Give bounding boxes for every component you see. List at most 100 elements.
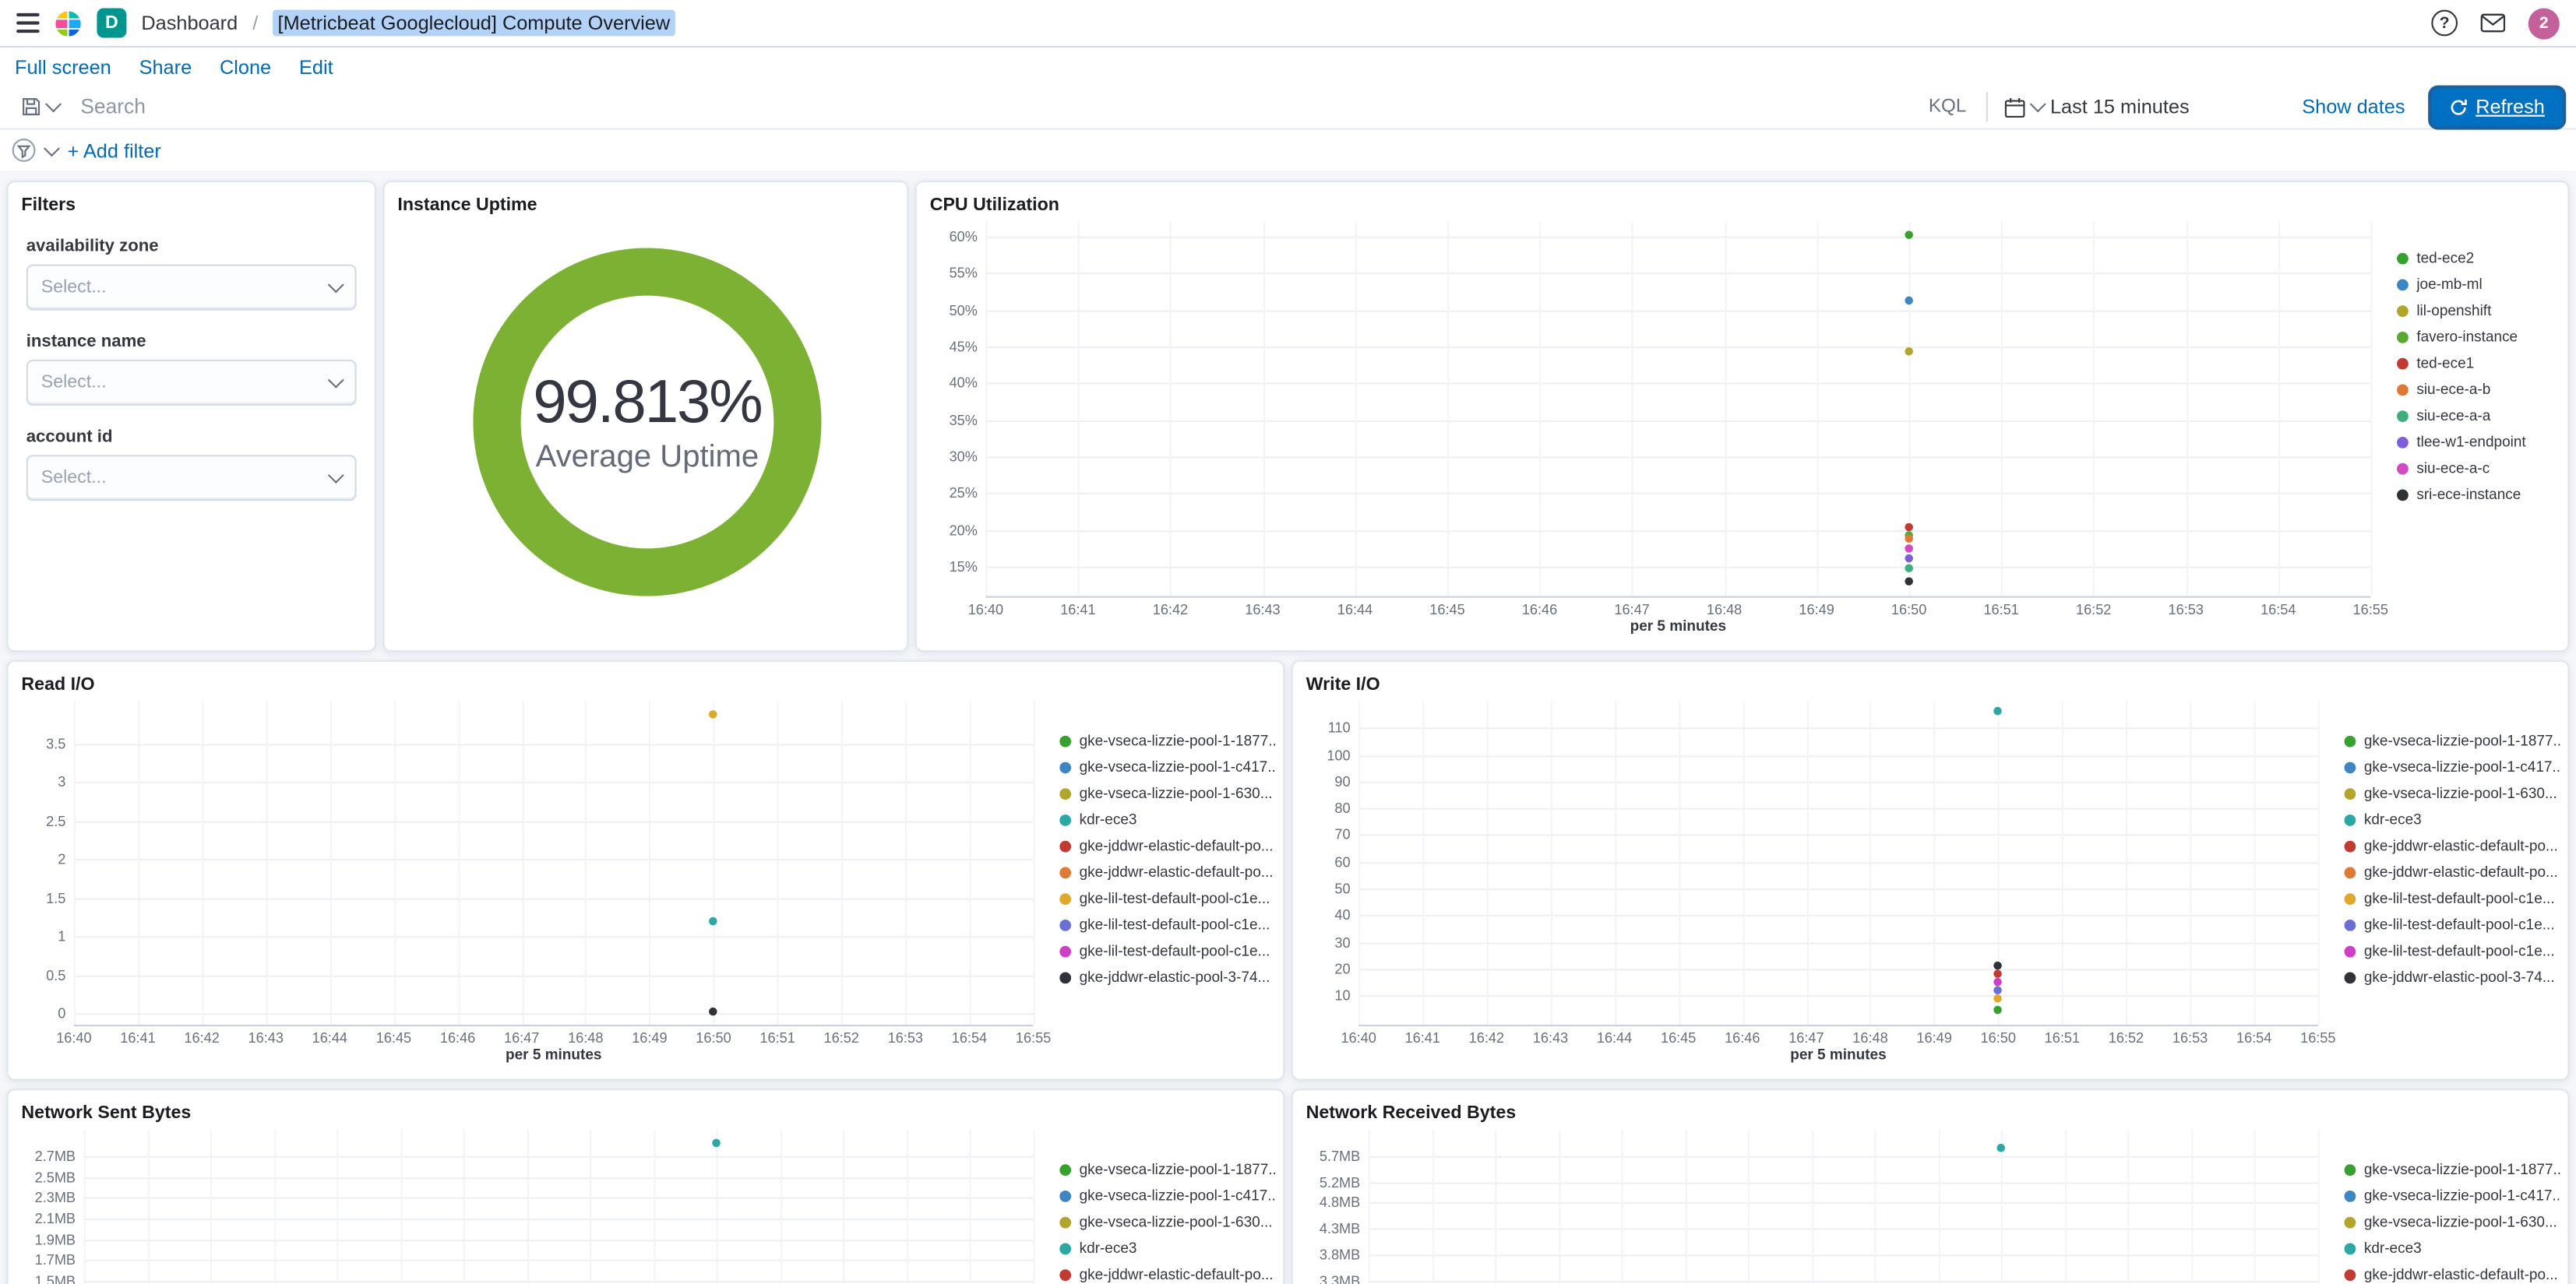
add-filter-link[interactable]: + Add filter — [67, 139, 160, 162]
legend-item[interactable]: siu-ece-a-b — [2397, 376, 2561, 403]
legend-item[interactable]: kdr-ece3 — [2344, 1235, 2561, 1261]
panel-title[interactable]: Instance Uptime — [385, 182, 907, 215]
uptime-label: Average Uptime — [535, 440, 759, 475]
search-input[interactable] — [77, 93, 1909, 120]
dashboard-content: Filters availability zone Select... inst… — [0, 171, 2576, 1284]
legend-item[interactable]: gke-jddwr-elastic-default-po... — [1059, 832, 1276, 859]
legend-item[interactable]: gke-lil-test-default-pool-c1e... — [2344, 937, 2561, 964]
chart-legend: gke-vseca-lizzie-pool-1-1877... gke-vseca… — [2335, 702, 2567, 1066]
legend-item[interactable]: gke-vseca-lizzie-pool-1-630... — [1059, 1208, 1276, 1235]
legend-item[interactable]: gke-jddwr-elastic-pool-3-74... — [2344, 964, 2561, 990]
legend-item[interactable]: gke-lil-test-default-pool-c1e... — [2344, 885, 2561, 912]
legend-item[interactable]: ted-ece2 — [2397, 244, 2561, 271]
panel-title[interactable]: Network Received Bytes — [1293, 1090, 2568, 1123]
show-dates-link[interactable]: Show dates — [2302, 95, 2421, 118]
full-screen-link[interactable]: Full screen — [15, 55, 111, 79]
kql-selector[interactable]: KQL — [1919, 97, 1976, 116]
legend-item[interactable]: gke-vseca-lizzie-pool-1-c417... — [2344, 754, 2561, 780]
legend-label: gke-lil-test-default-pool-c1e... — [2363, 890, 2555, 907]
edit-link[interactable]: Edit — [299, 55, 333, 79]
legend-item[interactable]: kdr-ece3 — [1059, 807, 1276, 833]
account-id-select[interactable]: Select... — [26, 455, 357, 501]
legend-item[interactable]: lil-openshift — [2397, 297, 2561, 324]
panel-title[interactable]: Read I/O — [9, 662, 1284, 695]
y-axis-tick: 90 — [1334, 772, 1351, 790]
gridline — [137, 701, 140, 1025]
legend-item[interactable]: sri-ece-instance — [2397, 481, 2561, 508]
legend-label: lil-openshift — [2416, 302, 2492, 319]
legend-item[interactable]: gke-vseca-lizzie-pool-1-1877... — [1059, 1156, 1277, 1183]
panel-title[interactable]: CPU Utilization — [917, 182, 2568, 215]
legend-item[interactable]: gke-vseca-lizzie-pool-1-c417... — [1059, 754, 1277, 780]
instance-name-label: instance name — [26, 332, 146, 352]
legend-item[interactable]: gke-jddwr-elastic-default-po... — [2344, 832, 2561, 859]
gridline — [2064, 1129, 2067, 1284]
share-link[interactable]: Share — [139, 55, 192, 79]
menu-icon[interactable] — [16, 12, 40, 33]
legend-swatch — [2397, 304, 2409, 316]
x-axis-tick: 16:49 — [1799, 600, 1834, 617]
legend-item[interactable]: kdr-ece3 — [1059, 1235, 1276, 1261]
legend-item[interactable]: gke-vseca-lizzie-pool-1-1877... — [2344, 727, 2561, 754]
legend-item[interactable]: gke-vseca-lizzie-pool-1-1877... — [2344, 1156, 2561, 1183]
legend-item[interactable]: siu-ece-a-c — [2397, 455, 2561, 481]
legend-item[interactable]: gke-lil-test-default-pool-c1e... — [2344, 911, 2561, 937]
y-axis-tick: 50 — [1334, 880, 1351, 897]
date-picker-zone: Last 15 minutes Show dates — [1997, 91, 2421, 122]
legend-item[interactable]: gke-vseca-lizzie-pool-1-c417... — [1059, 1182, 1277, 1208]
breadcrumb-current-title[interactable]: [Metricbeat Googlecloud] Compute Overvie… — [273, 9, 675, 37]
legend-item[interactable]: gke-vseca-lizzie-pool-1-c417... — [2344, 1182, 2561, 1208]
legend-item[interactable]: gke-lil-test-default-pool-c1e... — [1059, 911, 1276, 937]
help-icon[interactable]: ? — [2431, 9, 2458, 37]
refresh-button[interactable]: Refresh — [2431, 87, 2564, 126]
availability-zone-select[interactable]: Select... — [26, 264, 357, 311]
instance-name-select[interactable]: Select... — [26, 359, 357, 406]
y-axis-tick: 55% — [949, 265, 978, 282]
panel-title[interactable]: Filters — [9, 182, 375, 215]
gridline — [1550, 701, 1552, 1025]
legend-item[interactable]: gke-jddwr-elastic-default-po... — [2344, 859, 2561, 885]
legend-item[interactable]: joe-mb-ml — [2397, 271, 2561, 297]
legend-item[interactable]: gke-vseca-lizzie-pool-1-630... — [1059, 780, 1276, 807]
user-avatar[interactable]: 2 — [2528, 7, 2560, 39]
legend-item[interactable]: gke-lil-test-default-pool-c1e... — [1059, 885, 1276, 912]
panel-title[interactable]: Network Sent Bytes — [9, 1090, 1284, 1123]
chevron-down-icon[interactable] — [43, 139, 60, 157]
legend-item[interactable]: gke-jddwr-elastic-default-po... — [2344, 1261, 2561, 1284]
space-badge[interactable]: D — [97, 8, 127, 38]
legend-item[interactable]: gke-jddwr-elastic-default-po... — [1059, 859, 1276, 885]
x-axis-tick: 16:47 — [503, 1029, 540, 1047]
y-axis-tick: 2 — [58, 850, 66, 867]
legend-item[interactable]: ted-ece1 — [2397, 350, 2561, 376]
time-range-value[interactable]: Last 15 minutes — [2050, 95, 2190, 118]
panel-cpu-utilization: CPU Utilization 60% 55% 50% 45% 40% 35% 30% 25%… — [914, 180, 2570, 653]
data-point — [1905, 296, 1913, 304]
panel-title[interactable]: Write I/O — [1293, 662, 2568, 695]
gridline — [273, 1129, 276, 1284]
elastic-logo[interactable] — [55, 9, 83, 37]
legend-item[interactable]: gke-jddwr-elastic-default-po... — [1059, 1261, 1276, 1284]
legend-label: gke-vseca-lizzie-pool-1-630... — [1079, 1213, 1273, 1230]
gridline — [83, 1156, 1034, 1158]
legend-item[interactable]: gke-jddwr-elastic-pool-3-74... — [1059, 964, 1276, 990]
gridline — [83, 1260, 1034, 1262]
y-axis-tick: 3.5 — [46, 735, 66, 752]
legend-item[interactable]: siu-ece-a-a — [2397, 403, 2561, 429]
y-axis-tick: 1.7MB — [34, 1251, 76, 1269]
clone-link[interactable]: Clone — [220, 55, 271, 79]
legend-item[interactable]: gke-vseca-lizzie-pool-1-1877... — [1059, 727, 1277, 754]
legend-item[interactable]: gke-vseca-lizzie-pool-1-630... — [2344, 1208, 2561, 1235]
funnel-icon[interactable] — [12, 138, 37, 163]
legend-item[interactable]: kdr-ece3 — [2344, 807, 2561, 833]
gridline — [985, 493, 2371, 495]
mail-icon[interactable] — [2480, 13, 2506, 33]
kibana-app: D Dashboard / [Metricbeat Googlecloud] C… — [0, 0, 2576, 1284]
legend-item[interactable]: gke-lil-test-default-pool-c1e... — [1059, 937, 1276, 964]
legend-item[interactable]: favero-instance — [2397, 323, 2561, 350]
saved-query-menu-button[interactable] — [13, 92, 68, 121]
gridline — [1368, 1281, 2318, 1283]
date-picker-button[interactable] — [1997, 91, 2049, 122]
breadcrumb-dashboard[interactable]: Dashboard — [141, 12, 238, 35]
legend-item[interactable]: tlee-w1-endpoint — [2397, 428, 2561, 455]
legend-item[interactable]: gke-vseca-lizzie-pool-1-630... — [2344, 780, 2561, 807]
